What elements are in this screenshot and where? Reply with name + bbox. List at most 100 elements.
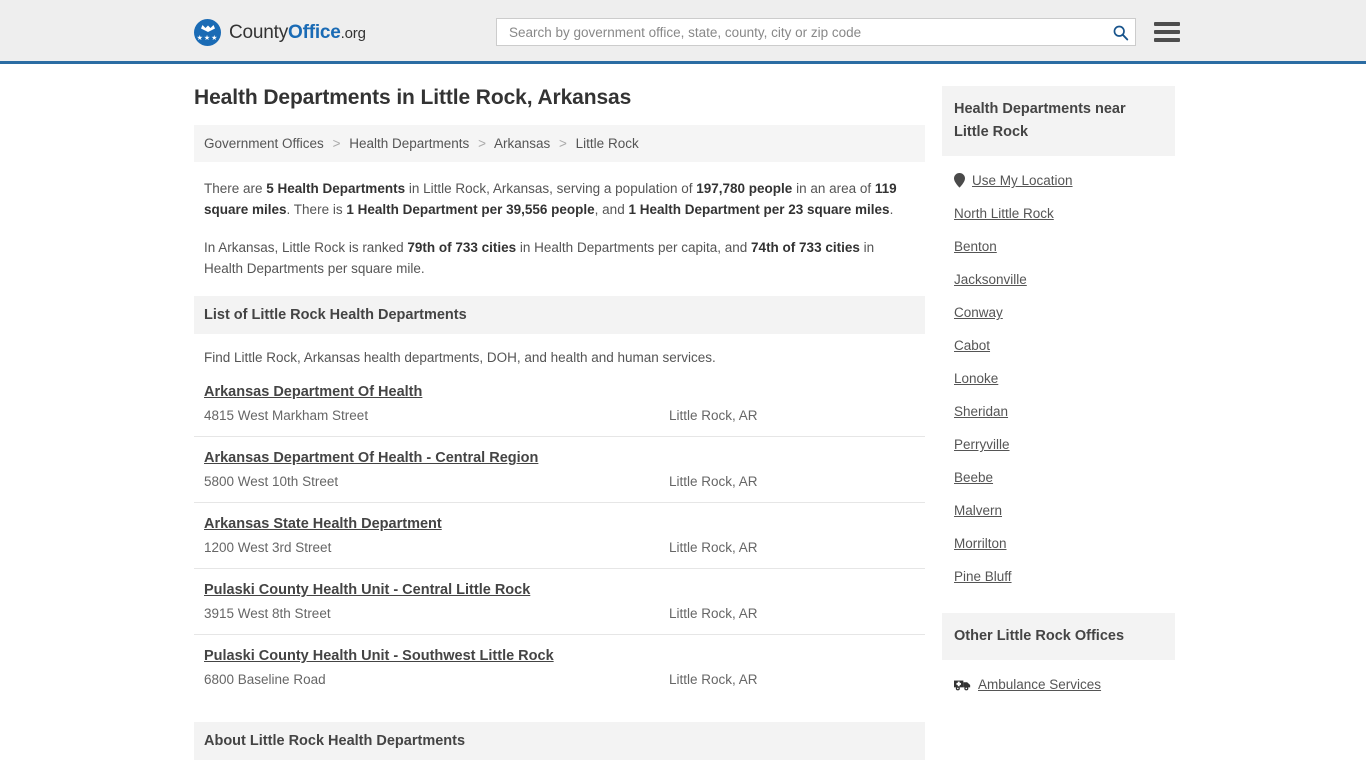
listing-row: Arkansas Department Of Health 4815 West M… bbox=[194, 379, 925, 436]
listing-detail-row: 5800 West 10th Street Little Rock, AR bbox=[204, 474, 915, 489]
ambulance-icon bbox=[954, 678, 971, 691]
logo-text-office: Office bbox=[288, 21, 341, 43]
sidebar-use-my-location-label[interactable]: Use My Location bbox=[972, 173, 1073, 188]
sidebar-item-morrilton[interactable]: Morrilton bbox=[942, 527, 1175, 560]
sidebar-nearby-links: Use My Location North Little Rock Benton J… bbox=[942, 156, 1175, 593]
listings-container: Arkansas Department Of Health 4815 West M… bbox=[194, 379, 925, 700]
logo-wordmark: CountyOffice.org bbox=[229, 22, 366, 44]
logo-stars: ★★★ bbox=[196, 35, 219, 42]
sidebar-city-label[interactable]: Beebe bbox=[954, 470, 993, 485]
breadcrumb-item-health-departments[interactable]: Health Departments bbox=[349, 136, 469, 151]
listing-detail-row: 6800 Baseline Road Little Rock, AR bbox=[204, 672, 915, 687]
breadcrumb-separator: > bbox=[478, 136, 486, 151]
breadcrumb-separator: > bbox=[332, 136, 341, 151]
sidebar-item-cabot[interactable]: Cabot bbox=[942, 329, 1175, 362]
list-section-subtitle: Find Little Rock, Arkansas health depart… bbox=[204, 350, 716, 365]
listing-address: 4815 West Markham Street bbox=[204, 408, 369, 423]
listing-city: Little Rock, AR bbox=[669, 606, 758, 621]
sidebar-item-jacksonville[interactable]: Jacksonville bbox=[942, 263, 1175, 296]
listing-detail-row: 3915 West 8th Street Little Rock, AR bbox=[204, 606, 915, 621]
sidebar-city-label[interactable]: Perryville bbox=[954, 437, 1010, 452]
sidebar-item-north-little-rock[interactable]: North Little Rock bbox=[942, 197, 1175, 230]
listing-name-link[interactable]: Pulaski County Health Unit - Central Lit… bbox=[204, 582, 530, 598]
summary-highlight: 197,780 people bbox=[696, 181, 793, 196]
sidebar-city-label[interactable]: Cabot bbox=[954, 338, 990, 353]
listing-name-link[interactable]: Pulaski County Health Unit - Southwest L… bbox=[204, 648, 554, 664]
hamburger-menu-icon[interactable] bbox=[1154, 22, 1180, 42]
summary-text-run: . There is bbox=[286, 202, 347, 217]
summary-text-run: in Health Departments per capita, and bbox=[516, 240, 752, 255]
summary-highlight: 79th of 733 cities bbox=[407, 240, 517, 255]
sidebar-item-beebe[interactable]: Beebe bbox=[942, 461, 1175, 494]
summary-text-run: , and bbox=[594, 202, 629, 217]
sidebar-item-lonoke[interactable]: Lonoke bbox=[942, 362, 1175, 395]
listing-row: Arkansas Department Of Health - Central … bbox=[194, 436, 925, 502]
sidebar-item-pine-bluff[interactable]: Pine Bluff bbox=[942, 560, 1175, 593]
breadcrumb-item-arkansas[interactable]: Arkansas bbox=[494, 136, 550, 151]
sidebar-city-label[interactable]: Morrilton bbox=[954, 536, 1007, 551]
hamburger-bar-3 bbox=[1154, 38, 1180, 42]
listing-name-link[interactable]: Arkansas Department Of Health - Central … bbox=[204, 450, 538, 466]
search-input[interactable] bbox=[507, 19, 1108, 45]
listing-row: Pulaski County Health Unit - Southwest L… bbox=[194, 634, 925, 700]
listing-name-link[interactable]: Arkansas Department Of Health bbox=[204, 384, 422, 400]
listing-detail-row: 1200 West 3rd Street Little Rock, AR bbox=[204, 540, 915, 555]
sidebar-city-label[interactable]: Pine Bluff bbox=[954, 569, 1012, 584]
sidebar-city-label[interactable]: Jacksonville bbox=[954, 272, 1027, 287]
summary-highlight: 74th of 733 cities bbox=[751, 240, 860, 255]
listing-address: 5800 West 10th Street bbox=[204, 474, 339, 489]
sidebar-item-malvern[interactable]: Malvern bbox=[942, 494, 1175, 527]
sidebar-city-label[interactable]: Benton bbox=[954, 239, 997, 254]
sidebar-other-offices: Other Little Rock Offices Ambulance Serv… bbox=[942, 613, 1175, 701]
logo-text-county: County bbox=[229, 21, 289, 43]
listing-address: 3915 West 8th Street bbox=[204, 606, 331, 621]
sidebar-item-ambulance-services[interactable]: Ambulance Services bbox=[942, 668, 1175, 701]
sidebar-other-offices-links: Ambulance Services bbox=[942, 660, 1175, 701]
breadcrumb: Government Offices > Health Departments … bbox=[194, 125, 925, 162]
sidebar-item-sheridan[interactable]: Sheridan bbox=[942, 395, 1175, 428]
sidebar-item-use-my-location[interactable]: Use My Location bbox=[942, 164, 1175, 197]
listing-city: Little Rock, AR bbox=[669, 540, 758, 555]
listing-detail-row: 4815 West Markham Street Little Rock, AR bbox=[204, 408, 915, 423]
listing-city: Little Rock, AR bbox=[669, 672, 758, 687]
site-logo[interactable]: ★★★ CountyOffice.org bbox=[194, 19, 366, 46]
breadcrumb-item-little-rock: Little Rock bbox=[575, 136, 639, 151]
summary-paragraph-1: There are 5 Health Departments in Little… bbox=[204, 178, 915, 220]
sidebar-city-label[interactable]: Lonoke bbox=[954, 371, 998, 386]
eagle-shield-icon: ★★★ bbox=[194, 19, 221, 46]
hamburger-bar-1 bbox=[1154, 22, 1180, 26]
sidebar-item-perryville[interactable]: Perryville bbox=[942, 428, 1175, 461]
sidebar: Health Departments near Little Rock Use … bbox=[942, 86, 1175, 701]
search-box[interactable] bbox=[496, 18, 1136, 46]
sidebar-city-label[interactable]: Sheridan bbox=[954, 404, 1008, 419]
header-search-area bbox=[496, 18, 1180, 46]
page-container: Health Departments in Little Rock, Arkan… bbox=[0, 64, 1366, 760]
summary-highlight: 1 Health Department per 23 square miles bbox=[628, 202, 890, 217]
listing-row: Pulaski County Health Unit - Central Lit… bbox=[194, 568, 925, 634]
map-pin-icon bbox=[954, 173, 965, 188]
sidebar-item-benton[interactable]: Benton bbox=[942, 230, 1175, 263]
summary-highlight: 5 Health Departments bbox=[266, 181, 406, 196]
listing-name-link[interactable]: Arkansas State Health Department bbox=[204, 516, 442, 532]
listing-city: Little Rock, AR bbox=[669, 474, 758, 489]
summary-text-run: There are bbox=[204, 181, 267, 196]
hamburger-bar-2 bbox=[1154, 30, 1180, 34]
summary-text: There are 5 Health Departments in Little… bbox=[194, 162, 925, 279]
listing-row: Arkansas State Health Department 1200 Wes… bbox=[194, 502, 925, 568]
sidebar-city-label[interactable]: Conway bbox=[954, 305, 1003, 320]
sidebar-item-conway[interactable]: Conway bbox=[942, 296, 1175, 329]
summary-text-run: In Arkansas, Little Rock is ranked bbox=[204, 240, 408, 255]
sidebar-other-offices-header: Other Little Rock Offices bbox=[942, 613, 1175, 660]
listing-address: 6800 Baseline Road bbox=[204, 672, 326, 687]
summary-text-run: in an area of bbox=[792, 181, 875, 196]
sidebar-city-label[interactable]: North Little Rock bbox=[954, 206, 1054, 221]
sidebar-city-label[interactable]: Malvern bbox=[954, 503, 1002, 518]
breadcrumb-item-government-offices[interactable]: Government Offices bbox=[204, 136, 324, 151]
page-title: Health Departments in Little Rock, Arkan… bbox=[194, 86, 632, 109]
main-content: Health Departments in Little Rock, Arkan… bbox=[194, 86, 925, 760]
site-header: ★★★ CountyOffice.org bbox=[0, 0, 1366, 64]
summary-highlight: 1 Health Department per 39,556 people bbox=[346, 202, 595, 217]
sidebar-nearby-header: Health Departments near Little Rock bbox=[942, 86, 1175, 156]
search-icon[interactable] bbox=[1112, 24, 1129, 41]
sidebar-ambulance-services-label[interactable]: Ambulance Services bbox=[978, 677, 1101, 692]
